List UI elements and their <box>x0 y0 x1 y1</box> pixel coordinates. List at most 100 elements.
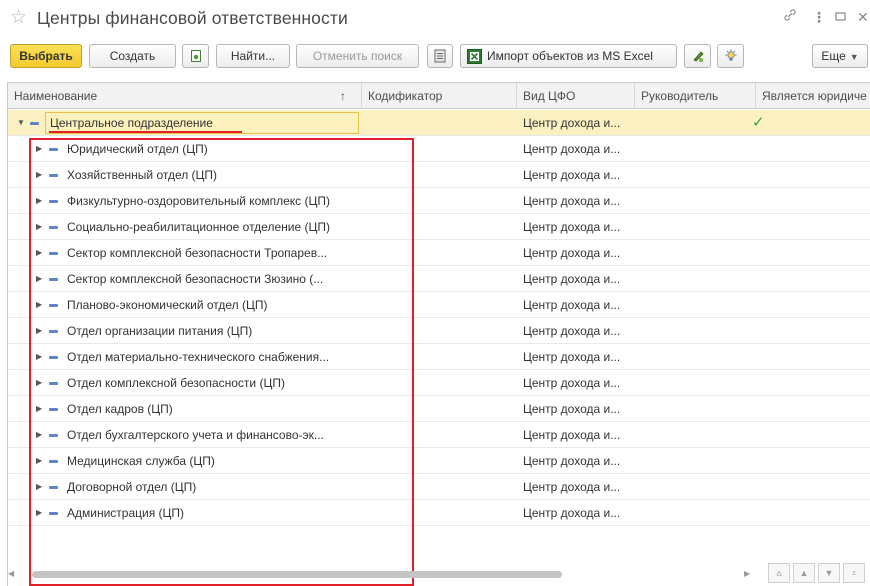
import-excel-button[interactable]: Импорт объектов из MS Excel <box>460 44 677 68</box>
hint-button[interactable] <box>717 44 744 68</box>
table-row[interactable]: ▶ Хозяйственный отдел (ЦП) Центр дохода и.… <box>8 162 870 188</box>
link-icon[interactable] <box>783 8 797 26</box>
star-icon[interactable]: ☆ <box>10 8 27 28</box>
group-icon <box>49 434 58 437</box>
table-row[interactable]: ▶ Отдел кадров (ЦП) Центр дохода и... <box>8 396 870 422</box>
maximize-icon[interactable] <box>835 8 846 26</box>
row-name: Договорной отдел (ЦП) <box>67 480 197 494</box>
table-row[interactable]: ▶ Юридический отдел (ЦП) Центр дохода и... <box>8 136 870 162</box>
table-row[interactable]: ▶ Сектор комплексной безопасности Зюзино … <box>8 266 870 292</box>
column-header-legal-entity[interactable]: Является юридиче <box>756 83 870 109</box>
title-bar: ☆ Центры финансовой ответственности ⋮ ✕ <box>0 0 870 36</box>
table-row[interactable]: ▶ Медицинская служба (ЦП) Центр дохода и..… <box>8 448 870 474</box>
grid-navigation: ⩟ ▲ ▼ ⩡ <box>768 563 868 583</box>
pen-icon <box>692 51 704 62</box>
row-name: Юридический отдел (ЦП) <box>67 142 208 156</box>
expand-icon[interactable]: ▶ <box>36 318 42 344</box>
row-name: Сектор комплексной безопасности Зюзино (… <box>67 272 324 286</box>
menu-icon[interactable]: ⋮ <box>812 8 826 26</box>
table-row[interactable]: ▶ Социально-реабилитационное отделение (Ц… <box>8 214 870 240</box>
sort-asc-icon: ↑ <box>340 89 346 103</box>
table-row[interactable]: ▶ Отдел материально-технического снабжени… <box>8 344 870 370</box>
data-grid[interactable]: Наименование ↑ Кодификатор Вид ЦФО Руков… <box>7 82 870 586</box>
row-cfo-type: Центр дохода и... <box>523 428 621 442</box>
collapse-icon[interactable]: ▼ <box>17 110 25 136</box>
table-row[interactable]: ▶ Сектор комплексной безопасности Тропаре… <box>8 240 870 266</box>
row-cfo-type: Центр дохода и... <box>523 454 621 468</box>
row-name: Сектор комплексной безопасности Тропарев… <box>67 246 328 260</box>
row-name: Социально-реабилитационное отделение (ЦП… <box>67 220 330 234</box>
column-header-manager[interactable]: Руководитель <box>635 83 756 109</box>
scroll-right-icon[interactable]: ▶ <box>744 567 750 581</box>
row-cfo-type: Центр дохода и... <box>523 246 621 260</box>
row-cfo-type: Центр дохода и... <box>523 324 621 338</box>
scroll-left-icon[interactable]: ◀ <box>8 567 14 581</box>
row-cfo-type: Центр дохода и... <box>523 168 621 182</box>
expand-icon[interactable]: ▶ <box>36 448 42 474</box>
row-name: Медицинская служба (ЦП) <box>67 454 215 468</box>
table-row-root[interactable]: ▼ Центральное подразделение Центр дохода… <box>8 110 870 136</box>
expand-icon[interactable]: ▶ <box>36 136 42 162</box>
table-row[interactable]: ▶ Планово-экономический отдел (ЦП) Центр д… <box>8 292 870 318</box>
row-name: Отдел организации питания (ЦП) <box>67 324 253 338</box>
row-name: Физкультурно-оздоровительный комплекс (Ц… <box>67 194 330 208</box>
group-icon <box>49 330 58 333</box>
go-down-button[interactable]: ▼ <box>818 563 840 583</box>
row-cfo-type: Центр дохода и... <box>523 272 621 286</box>
table-row[interactable]: ▶ Отдел организации питания (ЦП) Центр дох… <box>8 318 870 344</box>
chevron-down-icon: ▼ <box>849 52 859 62</box>
expand-icon[interactable]: ▶ <box>36 422 42 448</box>
copy-button[interactable] <box>182 44 209 68</box>
expand-icon[interactable]: ▶ <box>36 344 42 370</box>
import-excel-label: Импорт объектов из MS Excel <box>487 49 653 63</box>
list-icon <box>434 49 446 63</box>
group-icon <box>49 174 58 177</box>
table-row[interactable]: ▶ Администрация (ЦП) Центр дохода и... <box>8 500 870 526</box>
expand-icon[interactable]: ▶ <box>36 500 42 526</box>
row-name: Администрация (ЦП) <box>67 506 185 520</box>
table-row[interactable]: ▶ Договорной отдел (ЦП) Центр дохода и... <box>8 474 870 500</box>
create-button[interactable]: Создать <box>89 44 176 68</box>
row-name: Планово-экономический отдел (ЦП) <box>67 298 268 312</box>
expand-icon[interactable]: ▶ <box>36 370 42 396</box>
horizontal-scrollbar[interactable]: ◀ ▶ <box>8 567 753 581</box>
root-cfo-type: Центр дохода и... <box>523 116 621 130</box>
toolbar: Выбрать Создать Найти... Отменить поиск … <box>0 44 870 70</box>
group-icon <box>49 226 58 229</box>
table-row[interactable]: ▶ Физкультурно-оздоровительный комплекс (… <box>8 188 870 214</box>
group-icon <box>49 148 58 151</box>
expand-icon[interactable]: ▶ <box>36 162 42 188</box>
expand-icon[interactable]: ▶ <box>36 396 42 422</box>
group-icon <box>30 122 39 125</box>
expand-icon[interactable]: ▶ <box>36 292 42 318</box>
scroll-thumb[interactable] <box>32 571 562 578</box>
close-icon[interactable]: ✕ <box>857 8 870 26</box>
table-row[interactable]: ▶ Отдел бухгалтерского учета и финансово-… <box>8 422 870 448</box>
edit-button[interactable] <box>684 44 711 68</box>
expand-icon[interactable]: ▶ <box>36 240 42 266</box>
more-button[interactable]: Еще ▼ <box>812 44 868 68</box>
row-cfo-type: Центр дохода и... <box>523 350 621 364</box>
column-header-name[interactable]: Наименование <box>8 83 362 109</box>
row-cfo-type: Центр дохода и... <box>523 402 621 416</box>
row-cfo-type: Центр дохода и... <box>523 142 621 156</box>
list-button[interactable] <box>427 44 453 68</box>
row-cfo-type: Центр дохода и... <box>523 298 621 312</box>
find-button[interactable]: Найти... <box>216 44 290 68</box>
expand-icon[interactable]: ▶ <box>36 214 42 240</box>
column-header-cfo-type[interactable]: Вид ЦФО <box>517 83 635 109</box>
table-row[interactable]: ▶ Отдел комплексной безопасности (ЦП) Цент… <box>8 370 870 396</box>
row-cfo-type: Центр дохода и... <box>523 220 621 234</box>
cancel-search-button[interactable]: Отменить поиск <box>296 44 419 68</box>
go-up-button[interactable]: ▲ <box>793 563 815 583</box>
check-icon: ✓ <box>752 114 765 131</box>
go-first-button[interactable]: ⩟ <box>768 563 790 583</box>
expand-icon[interactable]: ▶ <box>36 266 42 292</box>
expand-icon[interactable]: ▶ <box>36 474 42 500</box>
select-button[interactable]: Выбрать <box>10 44 82 68</box>
column-header-codifier[interactable]: Кодификатор <box>362 83 517 109</box>
row-name: Отдел материально-технического снабжения… <box>67 350 330 364</box>
expand-icon[interactable]: ▶ <box>36 188 42 214</box>
go-last-button[interactable]: ⩡ <box>843 563 865 583</box>
root-name: Центральное подразделение <box>50 116 213 130</box>
